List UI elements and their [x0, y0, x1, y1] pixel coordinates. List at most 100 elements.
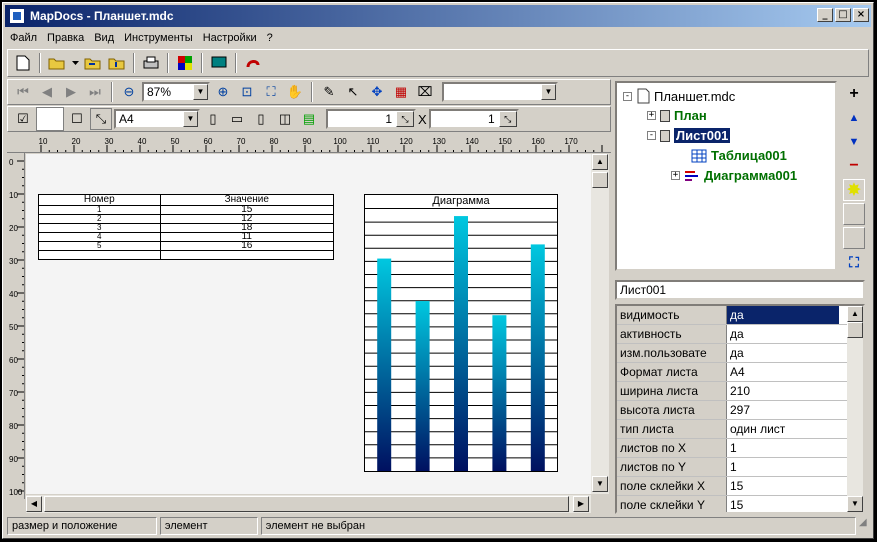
vertical-scrollbar[interactable]: ▲ ▼ [591, 154, 609, 494]
move-down-icon[interactable]: ▼ [843, 131, 865, 153]
chart-bar-3[interactable] [454, 216, 468, 471]
scroll-up-icon[interactable]: ▲ [847, 306, 863, 322]
scroll-up-icon[interactable]: ▲ [592, 154, 608, 170]
property-value[interactable]: 297 [727, 401, 839, 419]
pages-x-spin[interactable]: 1 ⤡ [326, 109, 416, 129]
property-value[interactable]: 15 [727, 496, 839, 512]
undo-icon[interactable] [242, 52, 264, 74]
property-value[interactable]: 210 [727, 382, 839, 400]
single-page-icon[interactable]: ▯ [250, 108, 272, 130]
tree-item-table[interactable]: Таблица001 [691, 148, 787, 163]
property-row[interactable]: видимость да [617, 306, 847, 325]
folder-export-icon[interactable] [106, 52, 128, 74]
collapse-icon[interactable]: - [647, 131, 656, 140]
highlight-icon[interactable]: ✸ [843, 179, 865, 201]
checkbox-icon[interactable]: ☑ [12, 108, 34, 130]
chart-bar-5[interactable] [530, 244, 545, 471]
zoom-combo[interactable]: 87% ▼ [142, 82, 210, 102]
scroll-thumb[interactable] [847, 322, 863, 338]
pan-hand-icon[interactable]: ✋ [284, 81, 306, 103]
horizontal-scrollbar[interactable]: ◀ ▶ [26, 495, 591, 513]
move-icon[interactable]: ✥ [366, 81, 388, 103]
scroll-thumb[interactable] [44, 496, 569, 512]
landscape-icon[interactable]: ▭ [226, 108, 248, 130]
tile-icon[interactable]: ▤ [298, 108, 320, 130]
property-value[interactable]: 15 [727, 477, 839, 495]
two-pages-icon[interactable]: ◫ [274, 108, 296, 130]
property-value[interactable]: да [727, 325, 839, 343]
move-up-icon[interactable]: ▲ [843, 107, 865, 129]
property-row[interactable]: листов по X1 [617, 439, 847, 458]
chevron-down-icon[interactable]: ▼ [193, 84, 208, 100]
remove-icon[interactable]: − [843, 155, 865, 177]
next-page-icon[interactable]: ▶ [60, 81, 82, 103]
tree-item-chart[interactable]: + Диаграмма001 [671, 168, 797, 183]
menu-tools[interactable]: Инструменты [119, 32, 198, 44]
menu-help[interactable]: ? [262, 32, 278, 44]
resize-grip-icon[interactable]: ◢ [859, 517, 871, 533]
drawing-canvas[interactable]: Номер Значение 1 15 2 12 3 18 4 11 5 16 Диагр… [26, 154, 591, 494]
color-swatch[interactable] [36, 107, 64, 131]
expand-icon[interactable]: + [671, 171, 680, 180]
scroll-left-icon[interactable]: ◀ [26, 496, 42, 512]
property-row[interactable]: тип листа один лист [617, 420, 847, 439]
pages-y-spin[interactable]: 1 ⤡ [428, 109, 519, 129]
layer-select[interactable]: ▼ [442, 82, 558, 102]
chart-bar-1[interactable] [377, 258, 392, 471]
property-value[interactable]: A4 [727, 363, 839, 381]
property-row[interactable]: ширина листа 210 [617, 382, 847, 401]
blank-button[interactable] [843, 203, 865, 225]
prev-page-icon[interactable]: ◀ [36, 81, 58, 103]
open-folder-icon[interactable] [46, 52, 68, 74]
tree-item-plan[interactable]: + План [647, 108, 707, 123]
menu-settings[interactable]: Настройки [198, 32, 262, 44]
tree-item-sheet[interactable]: - Лист001 [647, 128, 731, 143]
zoom-in-icon[interactable]: ⊕ [212, 81, 234, 103]
zoom-page-icon[interactable]: ⊡ [236, 81, 258, 103]
property-row[interactable]: поле склейки Y 15 [617, 496, 847, 512]
portrait-icon[interactable]: ▯ [202, 108, 224, 130]
menu-edit[interactable]: Правка [42, 32, 89, 44]
expand-icon[interactable]: + [647, 111, 656, 120]
document-tree[interactable]: - Планшет.mdc + План - Лист001 Таблица00… [615, 81, 837, 271]
tree-root[interactable]: - Планшет.mdc [623, 88, 735, 104]
data-table[interactable]: Номер Значение 1 15 2 12 3 18 4 11 5 16 [38, 194, 335, 260]
chevron-down-icon[interactable]: ▼ [183, 111, 198, 127]
minimize-button[interactable]: _ [817, 8, 833, 22]
fit-icon[interactable]: ⛶ [843, 251, 865, 273]
scroll-down-icon[interactable]: ▼ [847, 496, 863, 512]
property-row[interactable]: активность да [617, 325, 847, 344]
size-arrows-icon[interactable]: ⤡ [90, 108, 112, 130]
property-value[interactable]: один лист [727, 420, 839, 438]
chart-bar-4[interactable] [492, 315, 507, 471]
property-scrollbar[interactable]: ▲ ▼ [847, 306, 863, 512]
last-page-icon[interactable]: ⏭ [84, 81, 106, 103]
property-row[interactable]: листов по Y1 [617, 458, 847, 477]
first-page-icon[interactable]: ⏮ [12, 81, 34, 103]
pointer-icon[interactable]: ↖ [342, 81, 364, 103]
chart-bar-2[interactable] [415, 301, 430, 471]
monitor-icon[interactable] [208, 52, 230, 74]
menu-file[interactable]: Файл [5, 32, 42, 44]
palette-icon[interactable] [174, 52, 196, 74]
scroll-right-icon[interactable]: ▶ [573, 496, 589, 512]
chart-frame[interactable]: Диаграмма [364, 194, 558, 472]
zoom-fit-icon[interactable]: ⛶ [260, 81, 282, 103]
property-value[interactable]: 1 [727, 439, 839, 457]
property-value[interactable]: да [727, 306, 839, 324]
property-row[interactable]: изм.пользовате да [617, 344, 847, 363]
frame-checkbox-icon[interactable]: ☐ [66, 108, 88, 130]
grid-select-icon[interactable]: ▦ [390, 81, 412, 103]
property-row[interactable]: поле склейки X 15 [617, 477, 847, 496]
print-icon[interactable] [140, 52, 162, 74]
menu-view[interactable]: Вид [89, 32, 119, 44]
new-document-icon[interactable] [12, 52, 34, 74]
property-value[interactable]: 1 [727, 458, 839, 476]
open-dropdown-icon[interactable] [70, 52, 80, 74]
property-row[interactable]: высота листа 297 [617, 401, 847, 420]
page-format-combo[interactable]: A4 ▼ [114, 109, 200, 129]
folder-import-icon[interactable] [82, 52, 104, 74]
spin-arrows-icon[interactable]: ⤡ [498, 111, 517, 127]
add-icon[interactable]: + [843, 83, 865, 105]
camera-icon[interactable]: ⌧ [414, 81, 436, 103]
